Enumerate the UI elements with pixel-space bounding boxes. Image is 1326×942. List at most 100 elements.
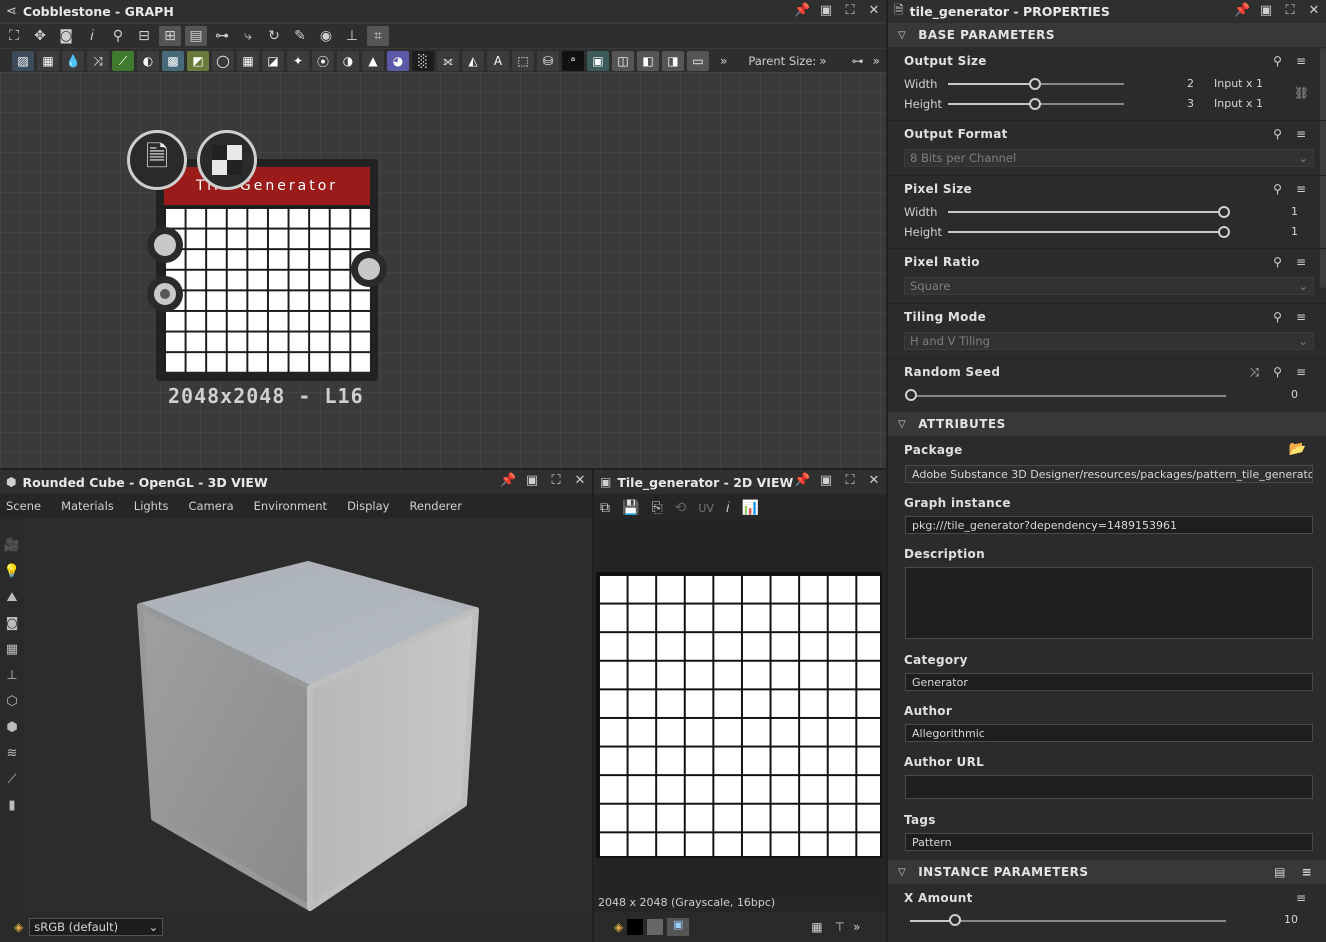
output-width-value[interactable]: 2 bbox=[1178, 77, 1194, 90]
height-node-icon[interactable]: ▲ bbox=[362, 51, 384, 71]
menu-display[interactable]: Display bbox=[347, 499, 389, 513]
layout-icon[interactable]: ⊞ bbox=[159, 26, 181, 46]
document-icon[interactable]: 🗎 bbox=[127, 130, 187, 190]
pixel-width-slider[interactable] bbox=[1218, 206, 1230, 218]
histogram-icon[interactable]: 📊 bbox=[742, 500, 759, 516]
bitmap-node-icon[interactable]: ▨ bbox=[12, 51, 34, 71]
frame-all-icon[interactable]: ⛶ bbox=[3, 26, 25, 46]
menu-icon[interactable]: ≡ bbox=[1296, 127, 1306, 141]
close-icon[interactable]: ✕ bbox=[866, 473, 882, 489]
link-icon[interactable]: ⊶ bbox=[211, 26, 233, 46]
graph-canvas[interactable] bbox=[0, 72, 886, 468]
mirror-node-icon[interactable]: ◭ bbox=[462, 51, 484, 71]
attributes-header[interactable]: ▽ ATTRIBUTES bbox=[888, 412, 1326, 436]
category-field[interactable]: Generator bbox=[905, 673, 1313, 691]
tags-field[interactable]: Pattern bbox=[905, 833, 1313, 851]
pixel-processor-icon[interactable]: ᵃ bbox=[562, 51, 584, 71]
output-port[interactable] bbox=[351, 251, 387, 287]
render-icon[interactable]: ◙ bbox=[2, 616, 22, 632]
expose-icon[interactable]: ⚲ bbox=[1273, 182, 1282, 196]
pin-icon[interactable]: 📌 bbox=[500, 473, 516, 489]
expose-icon[interactable]: ⚲ bbox=[1273, 54, 1282, 68]
pixel-height-value[interactable]: 1 bbox=[1278, 225, 1298, 238]
light-icon[interactable]: 💡 bbox=[2, 564, 22, 580]
instance-parameters-header[interactable]: ▽ INSTANCE PARAMETERS ▤ ≡ bbox=[888, 860, 1326, 884]
connect-icon[interactable]: ⤷ bbox=[237, 26, 259, 46]
blur-node-icon[interactable]: ◯ bbox=[212, 51, 234, 71]
random-seed-value[interactable]: 0 bbox=[1284, 388, 1298, 401]
stats-icon[interactable]: ▮ bbox=[2, 798, 22, 814]
more-icon[interactable]: » bbox=[853, 920, 860, 934]
blend-node-icon[interactable]: ◐ bbox=[137, 51, 159, 71]
grid-icon[interactable]: ▦ bbox=[2, 642, 22, 658]
preset-icon[interactable]: ▤ bbox=[1274, 865, 1286, 879]
output-height-slider[interactable] bbox=[1029, 98, 1041, 110]
info-icon[interactable]: 𝑖 bbox=[81, 26, 103, 46]
pin-icon[interactable]: 📌 bbox=[794, 3, 810, 19]
refresh-icon[interactable]: ↻ bbox=[263, 26, 285, 46]
svg-node-icon[interactable]: ▣ bbox=[587, 51, 609, 71]
menu-lights[interactable]: Lights bbox=[134, 499, 169, 513]
author-field[interactable]: Allegorithmic bbox=[905, 724, 1313, 742]
menu-renderer[interactable]: Renderer bbox=[409, 499, 462, 513]
pixel-width-value[interactable]: 1 bbox=[1278, 205, 1298, 218]
tiling-mode-dropdown[interactable]: H and V Tiling ⌄ bbox=[904, 332, 1314, 350]
input-port-2[interactable] bbox=[147, 276, 183, 312]
fill-node-icon[interactable]: ⛁ bbox=[537, 51, 559, 71]
ao-node-icon[interactable]: ◑ bbox=[337, 51, 359, 71]
x-amount-slider[interactable] bbox=[949, 914, 961, 926]
pan-icon[interactable]: ✥ bbox=[29, 26, 51, 46]
menu-materials[interactable]: Materials bbox=[61, 499, 114, 513]
maximize-icon[interactable]: ⛶ bbox=[548, 473, 564, 489]
text-node-icon[interactable]: A bbox=[487, 51, 509, 71]
normal-node-icon[interactable]: ▩ bbox=[162, 51, 184, 71]
output-format-dropdown[interactable]: 8 Bits per Channel ⌄ bbox=[904, 149, 1314, 167]
restore-icon[interactable]: ▣ bbox=[818, 473, 834, 489]
menu-icon[interactable]: ≡ bbox=[1296, 891, 1306, 905]
restore-icon[interactable]: ▣ bbox=[818, 3, 834, 19]
layers-icon[interactable]: ≋ bbox=[2, 746, 22, 762]
random-seed-slider[interactable] bbox=[905, 389, 917, 401]
uv-toggle[interactable]: UV bbox=[698, 502, 714, 515]
output-node-icon-3[interactable]: ◨ bbox=[662, 51, 684, 71]
shuffle-node-icon[interactable]: ⤨ bbox=[87, 51, 109, 71]
vector-icon[interactable]: ⟋ bbox=[2, 772, 22, 788]
save-icon[interactable]: 💾 bbox=[622, 500, 639, 516]
pin-icon[interactable]: 📌 bbox=[794, 473, 810, 489]
transform-icon[interactable]: ⊤ bbox=[835, 920, 845, 934]
base-parameters-header[interactable]: ▽ BASE PARAMETERS bbox=[888, 23, 1326, 47]
properties-scrollbar[interactable] bbox=[1320, 48, 1326, 288]
tile-generator-node[interactable]: Tile Generator bbox=[156, 159, 378, 381]
tile-grid-icon[interactable]: ▦ bbox=[811, 920, 822, 934]
menu-icon[interactable]: ≡ bbox=[1296, 365, 1306, 380]
display-icon[interactable]: ▣ bbox=[667, 918, 690, 936]
menu-icon[interactable]: ≡ bbox=[1296, 182, 1306, 196]
checker-icon[interactable] bbox=[197, 130, 257, 190]
output-width-relative[interactable]: Input x 1 bbox=[1214, 77, 1274, 90]
restore-icon[interactable]: ▣ bbox=[1258, 3, 1274, 19]
menu-camera[interactable]: Camera bbox=[188, 499, 233, 513]
pin-icon[interactable]: 📌 bbox=[1234, 3, 1250, 19]
close-icon[interactable]: ✕ bbox=[572, 473, 588, 489]
maximize-icon[interactable]: ⛶ bbox=[842, 3, 858, 19]
warp-node-icon[interactable]: ✦ bbox=[287, 51, 309, 71]
menu-icon[interactable]: ≡ bbox=[1296, 255, 1306, 269]
mesh-icon[interactable]: ⬡ bbox=[2, 694, 22, 710]
gradient-node-icon[interactable]: ◩ bbox=[187, 51, 209, 71]
2d-viewport[interactable] bbox=[594, 520, 886, 898]
output-height-relative[interactable]: Input x 1 bbox=[1214, 97, 1274, 110]
menu-icon[interactable]: ≡ bbox=[1301, 865, 1312, 879]
checker-bg-icon[interactable] bbox=[647, 919, 664, 935]
x-amount-value[interactable]: 10 bbox=[1278, 913, 1298, 926]
menu-scene[interactable]: Scene bbox=[6, 499, 41, 513]
graph-instance-field[interactable]: pkg:///tile_generator?dependency=1489153… bbox=[905, 516, 1313, 534]
connector-icon[interactable]: ⊶ bbox=[852, 54, 864, 68]
tile-node-icon[interactable]: ▦ bbox=[237, 51, 259, 71]
crop-node-icon[interactable]: ⬚ bbox=[512, 51, 534, 71]
maximize-icon[interactable]: ⛶ bbox=[842, 473, 858, 489]
output-node-icon-1[interactable]: ◫ bbox=[612, 51, 634, 71]
pixel-height-slider[interactable] bbox=[1218, 226, 1230, 238]
wireframe-icon[interactable]: ⬢ bbox=[2, 720, 22, 736]
black-swatch[interactable] bbox=[627, 919, 644, 935]
noise-node-icon[interactable]: ░ bbox=[412, 51, 434, 71]
